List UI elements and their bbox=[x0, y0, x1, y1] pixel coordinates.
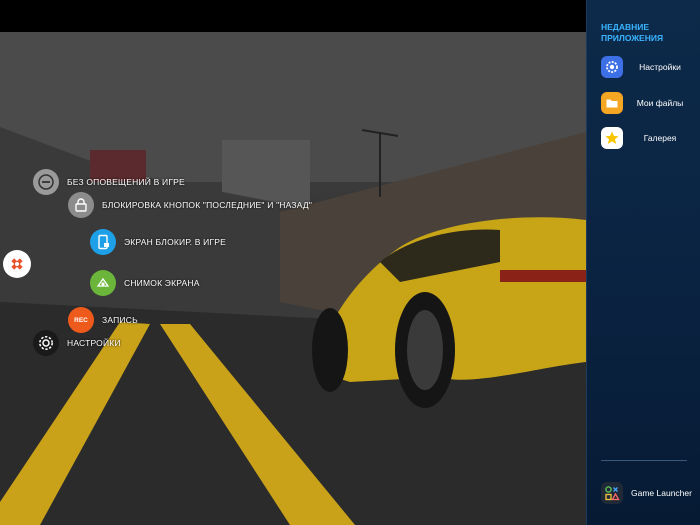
lock-icon bbox=[68, 192, 94, 218]
gallery-icon bbox=[601, 127, 623, 149]
rec-badge: REC bbox=[74, 316, 88, 324]
game-tools-icon bbox=[11, 258, 23, 270]
app-label: Настройки bbox=[639, 62, 681, 72]
panel-title: НЕДАВНИЕ ПРИЛОЖЕНИЯ bbox=[601, 22, 664, 43]
recent-app-gallery[interactable]: Галерея bbox=[601, 127, 697, 149]
menu-label: БЕЗ ОПОВЕЩЕНИЙ В ИГРЕ bbox=[67, 177, 185, 187]
folder-icon bbox=[601, 92, 623, 114]
game-launcher-icon bbox=[601, 482, 623, 504]
menu-label: НАСТРОЙКИ bbox=[67, 338, 121, 348]
menu-label: ЗАПИСЬ bbox=[102, 315, 138, 325]
recent-app-settings[interactable]: Настройки bbox=[601, 56, 697, 78]
panel-divider bbox=[601, 460, 687, 461]
gear-icon bbox=[33, 330, 59, 356]
phone-lock-icon bbox=[90, 229, 116, 255]
game-launcher-label: Game Launcher bbox=[631, 488, 692, 498]
menu-item-lock-buttons[interactable]: БЛОКИРОВКА КНОПОК "ПОСЛЕДНИЕ" И "НАЗАД" bbox=[68, 192, 312, 218]
app-label: Галерея bbox=[643, 133, 677, 143]
menu-label: ЭКРАН БЛОКИР. В ИГРЕ bbox=[124, 237, 227, 247]
menu-item-settings[interactable]: НАСТРОЙКИ bbox=[33, 330, 121, 356]
menu-item-screenshot[interactable]: СНИМОК ЭКРАНА bbox=[90, 270, 200, 296]
game-scene bbox=[0, 32, 586, 525]
app-label: Мои файлы bbox=[636, 98, 684, 108]
game-screen bbox=[0, 32, 586, 525]
recent-app-my-files[interactable]: Мои файлы bbox=[601, 92, 697, 114]
settings-icon bbox=[601, 56, 623, 78]
menu-label: СНИМОК ЭКРАНА bbox=[124, 278, 200, 288]
game-launcher-button[interactable]: Game Launcher bbox=[601, 482, 692, 504]
recent-apps-panel: НЕДАВНИЕ ПРИЛОЖЕНИЯ Настройки Мои файлы … bbox=[586, 0, 700, 525]
menu-label: БЛОКИРОВКА КНОПОК "ПОСЛЕДНИЕ" И "НАЗАД" bbox=[102, 200, 313, 210]
minus-circle-icon bbox=[33, 169, 59, 195]
menu-item-screen-lock[interactable]: ЭКРАН БЛОКИР. В ИГРЕ bbox=[90, 229, 226, 255]
screenshot-icon bbox=[90, 270, 116, 296]
game-tools-handle[interactable] bbox=[3, 250, 31, 278]
